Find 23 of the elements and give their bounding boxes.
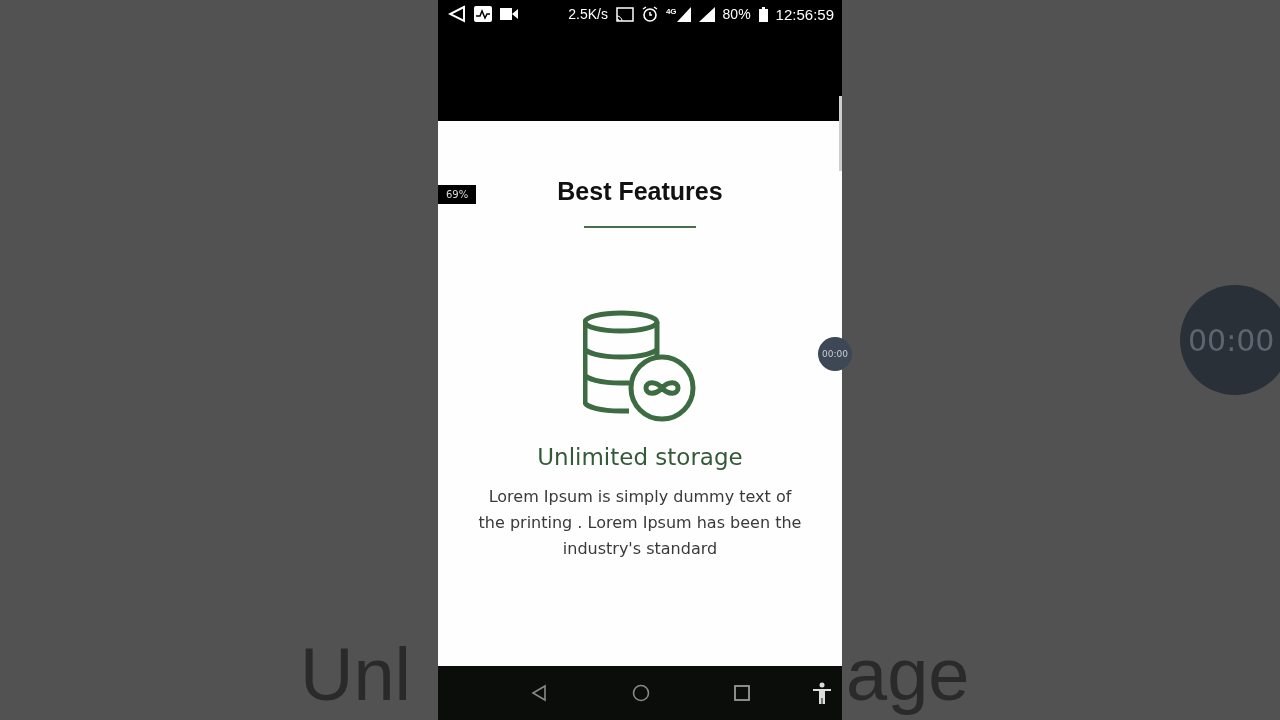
battery-icon — [758, 6, 768, 22]
feature-description: Lorem Ipsum is simply dummy text of the printing . Lorem Ipsum has been the industry's standard — [477, 486, 803, 560]
back-icon — [448, 5, 466, 23]
video-camera-icon — [500, 7, 518, 21]
accessibility-icon[interactable] — [812, 682, 832, 704]
battery-level: 80% — [722, 6, 751, 22]
blurred-timer: 00:00 — [1180, 285, 1280, 395]
signal-icon — [698, 6, 715, 22]
section-title: Best Features — [557, 177, 723, 206]
cast-icon — [615, 6, 634, 22]
zoom-badge: 69% — [438, 185, 477, 204]
feature-title: Unlimited storage — [537, 444, 743, 470]
home-icon[interactable] — [632, 684, 650, 702]
alarm-icon — [641, 6, 658, 22]
network-speed: 2.5K/s — [568, 6, 608, 22]
back-icon[interactable] — [530, 684, 548, 702]
clock: 12:56:59 — [775, 5, 834, 23]
database-infinity-icon — [583, 310, 697, 424]
activity-icon — [474, 6, 492, 22]
signal-icon — [676, 6, 691, 22]
network-type: 4G — [665, 6, 677, 16]
floating-timer[interactable]: 00:00 — [818, 337, 852, 371]
recents-icon[interactable] — [734, 685, 750, 701]
